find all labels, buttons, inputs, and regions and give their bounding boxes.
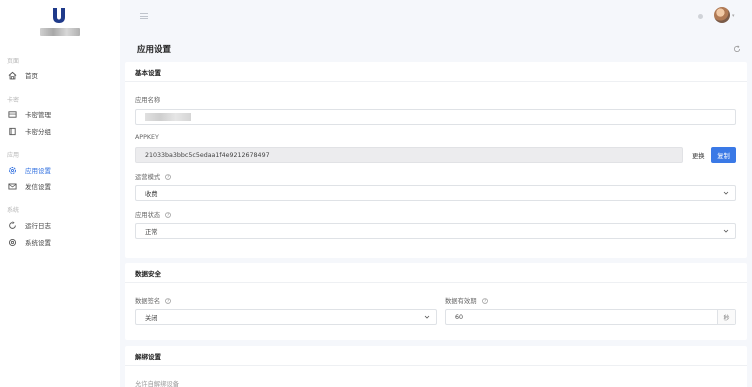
nav-group-label: 卡密 bbox=[7, 97, 20, 104]
chevron-down-icon bbox=[723, 229, 729, 233]
sidebar-item-label: 首页 bbox=[25, 72, 38, 80]
refresh-icon[interactable] bbox=[733, 45, 741, 53]
nav-group-label: 应用 bbox=[7, 152, 20, 159]
sidebar-item-label: 运行日志 bbox=[25, 222, 51, 230]
sidebar-item-card-management[interactable]: 卡密管理 bbox=[0, 107, 120, 121]
svg-text:?: ? bbox=[483, 298, 485, 303]
status-select-value: 正常 bbox=[145, 228, 158, 236]
sidebar-item-home[interactable]: 首页 bbox=[0, 68, 120, 82]
validity-label: 数据有效期 ? bbox=[445, 296, 488, 305]
app-name-label: 应用名称 bbox=[135, 97, 161, 104]
data-security-card: 数据安全 数据签名 ? 关闭 数据有效期 ? 60 秒 bbox=[125, 263, 747, 340]
mail-icon bbox=[7, 181, 17, 191]
nav-group-label: 系统 bbox=[7, 207, 20, 214]
sidebar-item-label: 卡密分组 bbox=[25, 128, 51, 136]
brand-name-redacted bbox=[40, 28, 80, 36]
validity-value: 60 bbox=[455, 313, 464, 321]
unbind-settings-card: 解绑设置 允许自解绑设备 bbox=[125, 346, 747, 387]
sidebar-item-run-logs[interactable]: 运行日志 bbox=[0, 218, 120, 232]
validity-label-text: 数据有效期 bbox=[445, 298, 477, 305]
menu-toggle-icon[interactable] bbox=[140, 13, 148, 19]
app-name-input[interactable] bbox=[135, 109, 736, 125]
help-icon[interactable]: ? bbox=[165, 174, 172, 180]
sidebar-item-system-settings[interactable]: 系统设置 bbox=[0, 235, 120, 249]
sign-label-text: 数据签名 bbox=[135, 298, 161, 305]
sidebar-item-label: 发信设置 bbox=[25, 183, 51, 191]
sidebar-item-label: 应用设置 bbox=[25, 167, 51, 175]
mode-select[interactable]: 收费 bbox=[135, 185, 736, 201]
card-title: 解绑设置 bbox=[125, 346, 747, 366]
folder-icon bbox=[7, 126, 17, 136]
card-title: 数据安全 bbox=[125, 263, 747, 283]
card-title: 基本设置 bbox=[125, 62, 747, 82]
home-icon bbox=[7, 70, 17, 80]
chevron-down-icon bbox=[723, 191, 729, 195]
mode-label-text: 运营模式 bbox=[135, 174, 161, 181]
sidebar-item-label: 卡密管理 bbox=[25, 111, 51, 119]
validity-input[interactable]: 60 秒 bbox=[445, 309, 736, 325]
gear-icon[interactable] bbox=[698, 14, 703, 19]
log-icon bbox=[7, 220, 17, 230]
sign-select-value: 关闭 bbox=[145, 314, 158, 322]
settings-icon bbox=[7, 237, 17, 247]
validity-unit: 秒 bbox=[717, 310, 735, 324]
help-icon[interactable]: ? bbox=[165, 298, 172, 304]
nav-group-label: 页面 bbox=[7, 58, 20, 65]
svg-text:?: ? bbox=[167, 174, 169, 179]
status-label-text: 应用状态 bbox=[135, 212, 161, 219]
sidebar-item-app-settings[interactable]: 应用设置 bbox=[0, 163, 120, 177]
mode-select-value: 收费 bbox=[145, 190, 158, 198]
sign-select[interactable]: 关闭 bbox=[135, 309, 437, 325]
gear-icon bbox=[7, 165, 17, 175]
basic-settings-card: 基本设置 应用名称 APPKEY 21033ba3bbc5c5edaa1f4e9… bbox=[125, 62, 747, 258]
change-appkey-button[interactable]: 更换 bbox=[692, 151, 705, 160]
status-select[interactable]: 正常 bbox=[135, 223, 736, 239]
copy-appkey-button[interactable]: 复制 bbox=[711, 147, 736, 163]
app-logo bbox=[53, 8, 65, 23]
allow-unbind-label: 允许自解绑设备 bbox=[135, 381, 180, 387]
sidebar-item-label: 系统设置 bbox=[25, 239, 51, 247]
sidebar-item-card-groups[interactable]: 卡密分组 bbox=[0, 124, 120, 138]
card-icon bbox=[7, 109, 17, 119]
sidebar: 页面 首页 卡密 卡密管理 卡密分组 应用 应用设置 发信设置 系统 运行日志 … bbox=[0, 0, 120, 387]
help-icon[interactable]: ? bbox=[481, 298, 488, 304]
mode-label: 运营模式 ? bbox=[135, 172, 172, 181]
app-name-redacted bbox=[145, 113, 191, 121]
chevron-down-icon bbox=[424, 315, 430, 319]
appkey-label: APPKEY bbox=[135, 134, 159, 141]
help-icon[interactable]: ? bbox=[165, 212, 172, 218]
sign-label: 数据签名 ? bbox=[135, 296, 172, 305]
status-label: 应用状态 ? bbox=[135, 210, 172, 219]
chevron-down-icon[interactable]: ▾ bbox=[732, 13, 735, 19]
page-title: 应用设置 bbox=[137, 45, 172, 55]
svg-text:?: ? bbox=[167, 212, 169, 217]
sidebar-item-mail-settings[interactable]: 发信设置 bbox=[0, 179, 120, 193]
appkey-field: 21033ba3bbc5c5edaa1f4e9212678497 bbox=[135, 147, 683, 163]
top-header: ▾ bbox=[120, 0, 752, 32]
svg-text:?: ? bbox=[167, 298, 169, 303]
avatar[interactable] bbox=[714, 7, 730, 23]
